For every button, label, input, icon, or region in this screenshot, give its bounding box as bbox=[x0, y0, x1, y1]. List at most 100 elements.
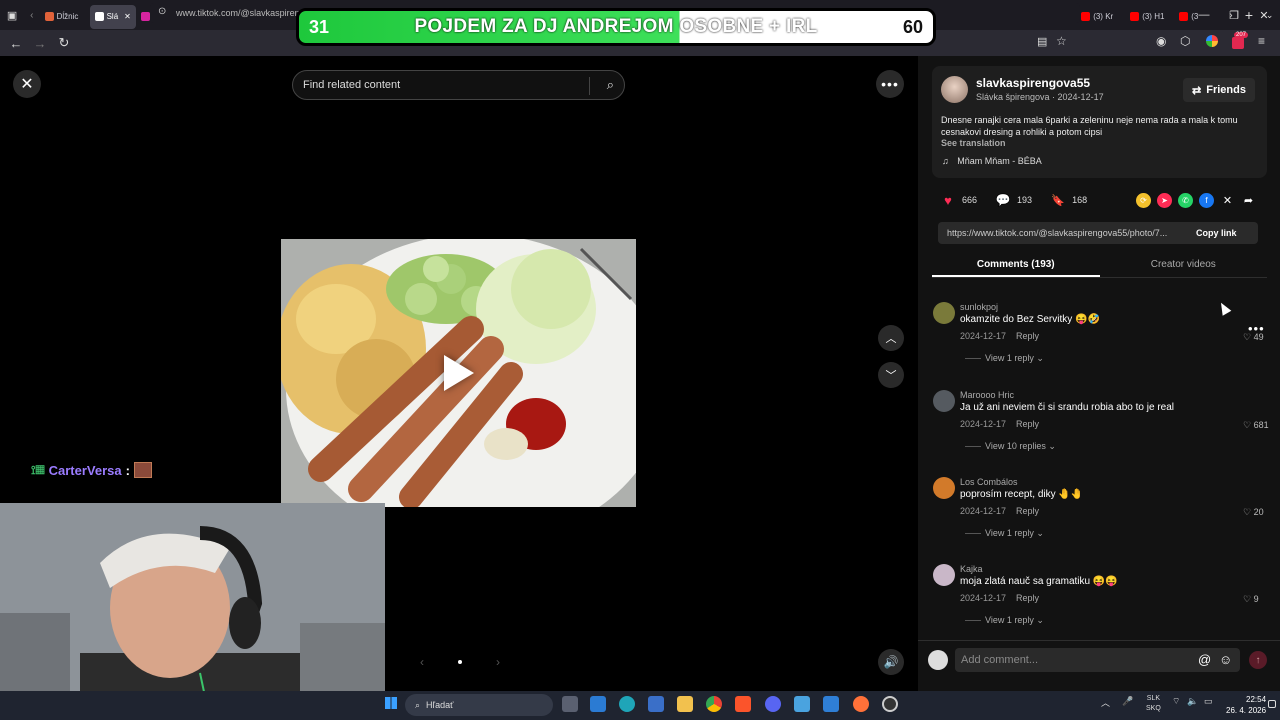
repost-icon[interactable]: ⟳ bbox=[1136, 193, 1151, 208]
streamer-webcam bbox=[0, 503, 385, 720]
restore-icon[interactable]: ❐ bbox=[1218, 0, 1250, 30]
tab-comments[interactable]: Comments (193) bbox=[932, 256, 1100, 277]
microphone-icon[interactable]: 🎤 bbox=[1122, 696, 1133, 707]
browser-tab[interactable]: Dĺžnic bbox=[40, 5, 90, 29]
notification-icon[interactable] bbox=[1232, 37, 1244, 49]
tray-overflow-icon[interactable]: ︿ bbox=[1101, 696, 1110, 709]
browser-tab[interactable]: (3) H1 bbox=[1125, 5, 1174, 29]
tab-close-icon[interactable]: ✕ bbox=[124, 12, 131, 21]
view-replies-label: View 1 reply bbox=[985, 615, 1034, 625]
facebook-icon[interactable]: f bbox=[1199, 193, 1214, 208]
comment-username[interactable]: sunlokpoj bbox=[960, 302, 998, 312]
bookmark-icon[interactable]: 🔖 bbox=[1050, 192, 1066, 208]
chrome-icon[interactable] bbox=[706, 696, 722, 712]
browser-tab[interactable]: Slá ✕ bbox=[89, 4, 136, 29]
like-icon[interactable]: ♥ bbox=[940, 192, 956, 208]
friends-button[interactable]: ⇄ Friends bbox=[1183, 78, 1255, 102]
wifi-icon[interactable]: ⌔ bbox=[1172, 696, 1180, 707]
language-bottom: SKQ bbox=[1146, 705, 1161, 712]
menu-icon[interactable]: ≡ bbox=[1258, 34, 1265, 48]
carousel-next-icon[interactable]: › bbox=[496, 655, 500, 669]
file-explorer-icon[interactable] bbox=[677, 696, 693, 712]
store-icon[interactable] bbox=[590, 696, 606, 712]
account-icon[interactable]: ◉ bbox=[1156, 34, 1166, 48]
task-view-icon[interactable] bbox=[562, 696, 578, 712]
search-icon[interactable]: ⌕ bbox=[607, 77, 614, 93]
next-post-button[interactable]: ﹀ bbox=[878, 362, 904, 388]
previous-post-button[interactable]: ︿ bbox=[878, 325, 904, 351]
tab-creator-videos[interactable]: Creator videos bbox=[1100, 256, 1268, 277]
carousel-dot-active[interactable] bbox=[458, 660, 462, 664]
comment-username[interactable]: Los Combálos bbox=[960, 477, 1018, 487]
comment-reply-button[interactable]: Reply bbox=[1016, 593, 1039, 603]
see-translation-link[interactable]: See translation bbox=[941, 138, 1006, 148]
forward-icon[interactable]: → bbox=[28, 36, 52, 51]
comment-avatar[interactable] bbox=[933, 302, 955, 324]
speaker-icon[interactable]: 🔈 bbox=[1187, 696, 1198, 707]
more-options-button[interactable]: ••• bbox=[876, 70, 904, 98]
edge-icon[interactable] bbox=[619, 696, 635, 712]
comment-reply-button[interactable]: Reply bbox=[1016, 419, 1039, 429]
view-replies-button[interactable]: View 1 reply ⌄ bbox=[965, 615, 1044, 626]
send-comment-button[interactable]: ↑ bbox=[1249, 651, 1267, 669]
notification-center-icon[interactable] bbox=[1268, 700, 1276, 708]
back-icon[interactable]: ← bbox=[4, 36, 28, 51]
battery-icon[interactable]: ▭ bbox=[1204, 696, 1213, 707]
mention-icon[interactable]: @ bbox=[1198, 652, 1211, 667]
browser-tab[interactable]: (3) Kr bbox=[1076, 5, 1125, 29]
close-window-icon[interactable]: ✕ bbox=[1248, 0, 1280, 30]
volume-button[interactable]: 🔊 bbox=[878, 649, 904, 675]
minimize-icon[interactable]: — bbox=[1188, 0, 1220, 30]
copy-link-button[interactable]: Copy link bbox=[1196, 228, 1237, 238]
tab-overview-icon[interactable]: ▣ bbox=[0, 9, 24, 22]
comment-avatar[interactable] bbox=[933, 477, 955, 499]
creator-username[interactable]: slavkaspirengova55 bbox=[976, 76, 1090, 90]
x-icon[interactable]: ✕ bbox=[1220, 193, 1235, 208]
reader-view-icon[interactable]: ▤ bbox=[1037, 35, 1047, 48]
system-clock[interactable]: 22:54 26. 4. 2026 bbox=[1226, 694, 1266, 716]
close-viewer-button[interactable]: ✕ bbox=[13, 70, 41, 98]
start-icon[interactable] bbox=[385, 697, 397, 709]
extensions-icon[interactable]: ⬡ bbox=[1180, 34, 1190, 48]
search-input[interactable]: Find related content ⌕ bbox=[292, 70, 625, 100]
comment-like[interactable]: ♡ 681 bbox=[1243, 420, 1269, 431]
view-replies-button[interactable]: View 10 replies ⌄ bbox=[965, 441, 1056, 452]
comment-reply-button[interactable]: Reply bbox=[1016, 506, 1039, 516]
play-icon[interactable] bbox=[444, 355, 474, 391]
brave-icon[interactable] bbox=[735, 696, 751, 712]
emoji-icon[interactable]: ☺ bbox=[1219, 652, 1232, 667]
comment-reply-button[interactable]: Reply bbox=[1016, 331, 1039, 341]
whatsapp-icon[interactable]: ✆ bbox=[1178, 193, 1193, 208]
notepad-icon[interactable] bbox=[794, 696, 810, 712]
bookmark-star-icon[interactable]: ☆ bbox=[1056, 34, 1067, 48]
reload-icon[interactable]: ↻ bbox=[52, 35, 76, 51]
carousel-prev-icon[interactable]: ‹ bbox=[420, 655, 424, 669]
view-replies-button[interactable]: View 1 reply ⌄ bbox=[965, 528, 1044, 539]
taskbar-search[interactable]: ⌕ Hľadať bbox=[405, 694, 553, 716]
snipping-icon[interactable] bbox=[823, 696, 839, 712]
creator-avatar[interactable] bbox=[941, 76, 968, 103]
tab-scroll-left-icon[interactable]: ‹ bbox=[24, 10, 40, 21]
comment-like[interactable]: ♡ 20 bbox=[1243, 507, 1264, 518]
site-info-icon[interactable]: ⊙ bbox=[158, 6, 166, 17]
send-icon[interactable]: ➤ bbox=[1157, 193, 1172, 208]
comment-like[interactable]: ♡ 9 bbox=[1243, 594, 1259, 605]
comment-avatar[interactable] bbox=[933, 564, 955, 586]
comment-avatar[interactable] bbox=[933, 390, 955, 412]
obs-icon[interactable] bbox=[882, 696, 898, 712]
firefox-icon[interactable] bbox=[853, 696, 869, 712]
chevron-down-icon: ﹀ bbox=[885, 370, 897, 382]
share-link-url[interactable]: https://www.tiktok.com/@slavkaspirengova… bbox=[938, 228, 1188, 238]
app-icon[interactable] bbox=[648, 696, 664, 712]
view-replies-button[interactable]: View 1 reply ⌄ bbox=[965, 353, 1044, 364]
language-indicator[interactable]: SLK SKQ bbox=[1146, 694, 1161, 714]
comment-username[interactable]: Maroooo Hric bbox=[960, 390, 1014, 400]
comment-username[interactable]: Kajka bbox=[960, 564, 983, 574]
discord-icon[interactable] bbox=[765, 696, 781, 712]
profile-icon[interactable] bbox=[1206, 35, 1218, 47]
share-icon[interactable]: ➦ bbox=[1241, 193, 1256, 208]
music-link[interactable]: ♫ Mňam Mňam - BÉBA bbox=[942, 156, 1042, 166]
comment-more-icon[interactable]: ••• bbox=[1248, 321, 1265, 336]
panel-tabs: Comments (193) Creator videos bbox=[932, 256, 1267, 278]
comment-icon[interactable]: 💬 bbox=[995, 192, 1011, 208]
